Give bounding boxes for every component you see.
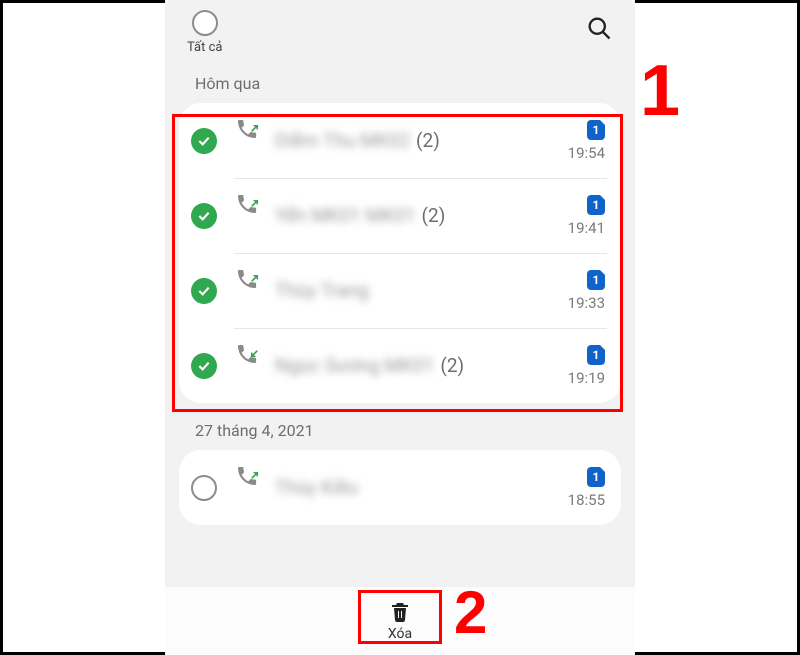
call-row[interactable]: Yến MK01 MK01 (2) 1 19:41 [179, 178, 621, 253]
call-name-wrap: Diễm Thu MK02 (2) [275, 129, 558, 152]
sim-badge: 1 [587, 270, 605, 290]
sim-badge: 1 [587, 345, 605, 365]
section-date2-label: 27 tháng 4, 2021 [165, 403, 635, 450]
incoming-call-icon [235, 342, 259, 389]
call-time: 19:41 [568, 219, 605, 237]
call-name-wrap: Ngọc Sương MK01 (2) [275, 354, 558, 377]
sim-badge: 1 [587, 195, 605, 215]
select-all-circle-icon [192, 10, 218, 36]
call-time: 19:54 [568, 144, 605, 162]
call-row[interactable]: Thúy Kiều 1 18:55 [179, 450, 621, 525]
bottom-bar: Xóa [165, 587, 635, 655]
checkbox-checked-icon[interactable] [191, 278, 217, 304]
call-name: Diễm Thu MK02 [275, 129, 410, 152]
section-yesterday-label: Hôm qua [165, 56, 635, 103]
call-name-wrap: Yến MK01 MK01 (2) [275, 204, 558, 227]
header: Tất cả [165, 0, 635, 56]
checkbox-checked-icon[interactable] [191, 203, 217, 229]
call-time: 18:55 [568, 491, 605, 509]
call-name: Yến MK01 MK01 [275, 204, 416, 227]
search-icon [585, 14, 613, 42]
call-name-wrap: Thùy Trang [275, 279, 558, 302]
call-time-col: 1 18:55 [568, 467, 605, 509]
call-row[interactable]: Diễm Thu MK02 (2) 1 19:54 [179, 103, 621, 178]
call-time: 19:19 [568, 369, 605, 387]
call-row[interactable]: Ngọc Sương MK01 (2) 1 19:19 [179, 328, 621, 403]
checkbox-checked-icon[interactable] [191, 128, 217, 154]
call-name-wrap: Thúy Kiều [275, 476, 558, 499]
call-count: (2) [422, 204, 446, 227]
call-group-date2: Thúy Kiều 1 18:55 [179, 450, 621, 525]
call-name: Thúy Kiều [275, 476, 358, 499]
call-time-col: 1 19:33 [568, 270, 605, 312]
call-row[interactable]: Thùy Trang 1 19:33 [179, 253, 621, 328]
outgoing-call-icon [235, 267, 259, 314]
phone-screen: Tất cả Hôm qua Diễm Thu MK02 (2) 1 [165, 0, 635, 655]
outgoing-call-icon [235, 117, 259, 164]
call-count: (2) [416, 129, 440, 152]
checkbox-empty-icon[interactable] [191, 475, 217, 501]
checkbox-checked-icon[interactable] [191, 353, 217, 379]
call-time-col: 1 19:41 [568, 195, 605, 237]
search-button[interactable] [585, 14, 613, 46]
trash-icon [388, 600, 412, 624]
sim-badge: 1 [587, 467, 605, 487]
outgoing-call-icon [235, 192, 259, 239]
delete-button[interactable]: Xóa [388, 600, 412, 642]
delete-label: Xóa [388, 626, 412, 642]
sim-badge: 1 [587, 120, 605, 140]
outgoing-call-icon [235, 464, 259, 511]
call-group-yesterday: Diễm Thu MK02 (2) 1 19:54 Yến MK01 MK01 … [179, 103, 621, 403]
call-name: Ngọc Sương MK01 [275, 354, 434, 377]
call-time: 19:33 [568, 294, 605, 312]
select-all-label: Tất cả [187, 40, 222, 55]
call-name: Thùy Trang [275, 279, 369, 302]
call-time-col: 1 19:19 [568, 345, 605, 387]
select-all-toggle[interactable]: Tất cả [187, 10, 222, 55]
annotation-number-2: 2 [454, 578, 487, 647]
call-time-col: 1 19:54 [568, 120, 605, 162]
annotation-number-1: 1 [640, 50, 680, 132]
call-count: (2) [440, 354, 464, 377]
